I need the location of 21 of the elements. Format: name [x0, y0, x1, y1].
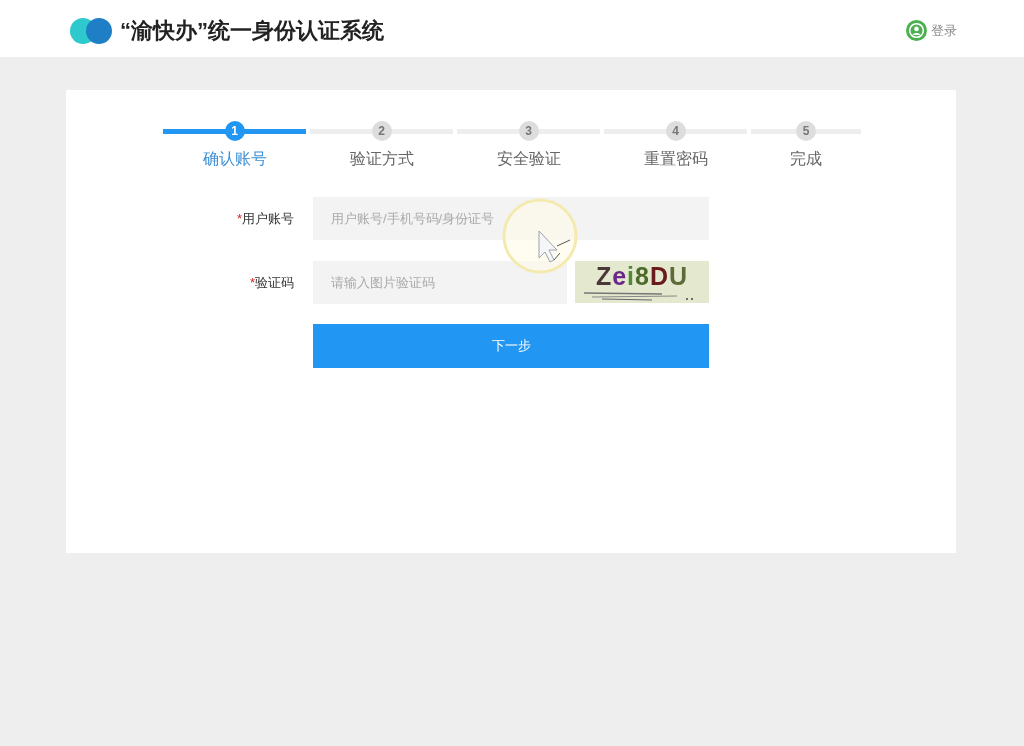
captcha-image[interactable]: Zei8DU — [575, 261, 709, 303]
captcha-text: Zei8DU — [595, 261, 689, 291]
next-step-button[interactable]: 下一步 — [313, 324, 709, 368]
step-label: 确认账号 — [202, 149, 267, 169]
step-label: 验证方式 — [349, 149, 414, 169]
step-number: 3 — [518, 121, 539, 141]
user-icon — [906, 20, 927, 41]
step-label: 完成 — [790, 149, 822, 169]
step-number: 4 — [665, 121, 686, 141]
step-number: 1 — [224, 121, 245, 141]
field-label: *验证码 — [249, 273, 294, 292]
account-input-field[interactable]: 用户账号/手机号码/身份证号 — [313, 197, 709, 240]
step-number: 5 — [796, 121, 816, 141]
system-title: “渝快办”统一身份认证系统 — [120, 16, 384, 45]
login-link[interactable]: 登录 — [906, 20, 957, 41]
step-label: 安全验证 — [496, 149, 561, 169]
step-number: 2 — [371, 121, 392, 141]
captcha-input-field[interactable]: 请输入图片验证码 — [313, 261, 567, 304]
step-label: 重置密码 — [643, 149, 708, 169]
logo-icon — [70, 17, 112, 44]
field-label: *用户账号 — [236, 209, 294, 228]
